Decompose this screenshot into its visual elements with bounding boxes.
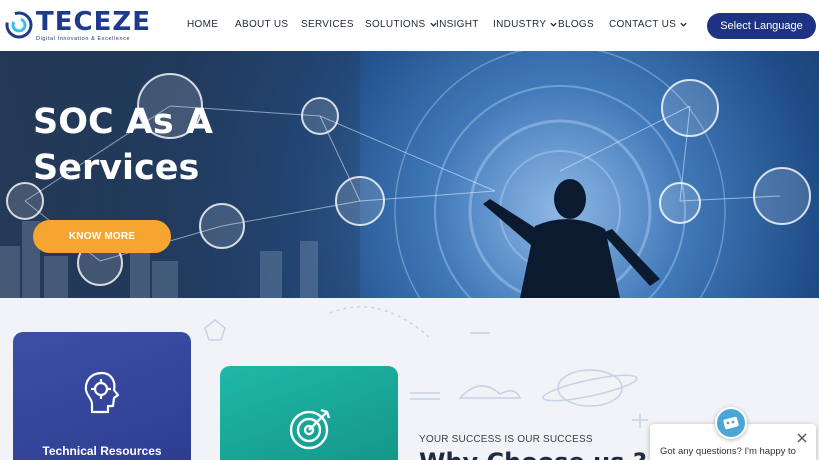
nav-label: INDUSTRY xyxy=(493,19,547,30)
page: TECEZE Digital Innovation & Excellence H… xyxy=(0,0,819,460)
chat-avatar[interactable] xyxy=(715,407,747,439)
nav-label: HOME xyxy=(187,19,219,30)
nav-label: BLOGS xyxy=(558,19,594,30)
chat-message: Got any questions? I'm happy to xyxy=(660,446,796,457)
nav-label: INSIGHT xyxy=(436,19,479,30)
target-icon xyxy=(289,408,331,450)
nav-services[interactable]: SERVICES xyxy=(301,19,354,30)
nav-blogs[interactable]: BLOGS xyxy=(558,19,594,30)
nav-home[interactable]: HOME xyxy=(187,19,218,30)
nav-solutions[interactable]: SOLUTIONS xyxy=(365,19,437,30)
hero-title: SOC As A Services xyxy=(33,99,293,191)
nav-label: CONTACT US xyxy=(609,19,677,30)
logo-swirl-icon xyxy=(5,11,33,39)
logo-text: TECEZE Digital Innovation & Excellence xyxy=(36,8,151,42)
know-more-button[interactable]: KNOW MORE xyxy=(33,220,171,253)
hero-banner: SOC As A Services KNOW MORE xyxy=(0,51,819,298)
chevron-down-icon xyxy=(550,22,557,27)
select-language-button[interactable]: Select Language xyxy=(707,13,816,39)
hero-title-line1: SOC As A xyxy=(33,102,214,142)
card-title: Technical Resources xyxy=(42,444,162,458)
nav-industry[interactable]: INDUSTRY xyxy=(493,19,557,30)
close-icon[interactable] xyxy=(796,432,808,444)
why-choose-heading: Why Choose us ? xyxy=(419,448,647,460)
nav-contact-us[interactable]: CONTACT US xyxy=(609,19,687,30)
nav-insight[interactable]: INSIGHT xyxy=(436,19,479,30)
target-card[interactable] xyxy=(220,366,398,460)
why-tagline: YOUR SUCCESS IS OUR SUCCESS xyxy=(419,434,593,445)
teceze-logo[interactable]: TECEZE Digital Innovation & Excellence xyxy=(4,6,154,44)
hero-title-line2: Services xyxy=(33,148,200,188)
nav-about-us[interactable]: ABOUT US xyxy=(235,19,288,30)
chat-bot-icon xyxy=(723,416,739,430)
nav-label: SERVICES xyxy=(301,19,354,30)
brain-gear-icon xyxy=(84,371,120,414)
nav-label: ABOUT US xyxy=(235,19,289,30)
technical-resources-card[interactable]: Technical Resources xyxy=(13,332,191,460)
nav-label: SOLUTIONS xyxy=(365,19,426,30)
logo-name: TECEZE xyxy=(36,7,151,37)
site-header: TECEZE Digital Innovation & Excellence H… xyxy=(0,0,819,51)
chevron-down-icon xyxy=(680,22,687,27)
